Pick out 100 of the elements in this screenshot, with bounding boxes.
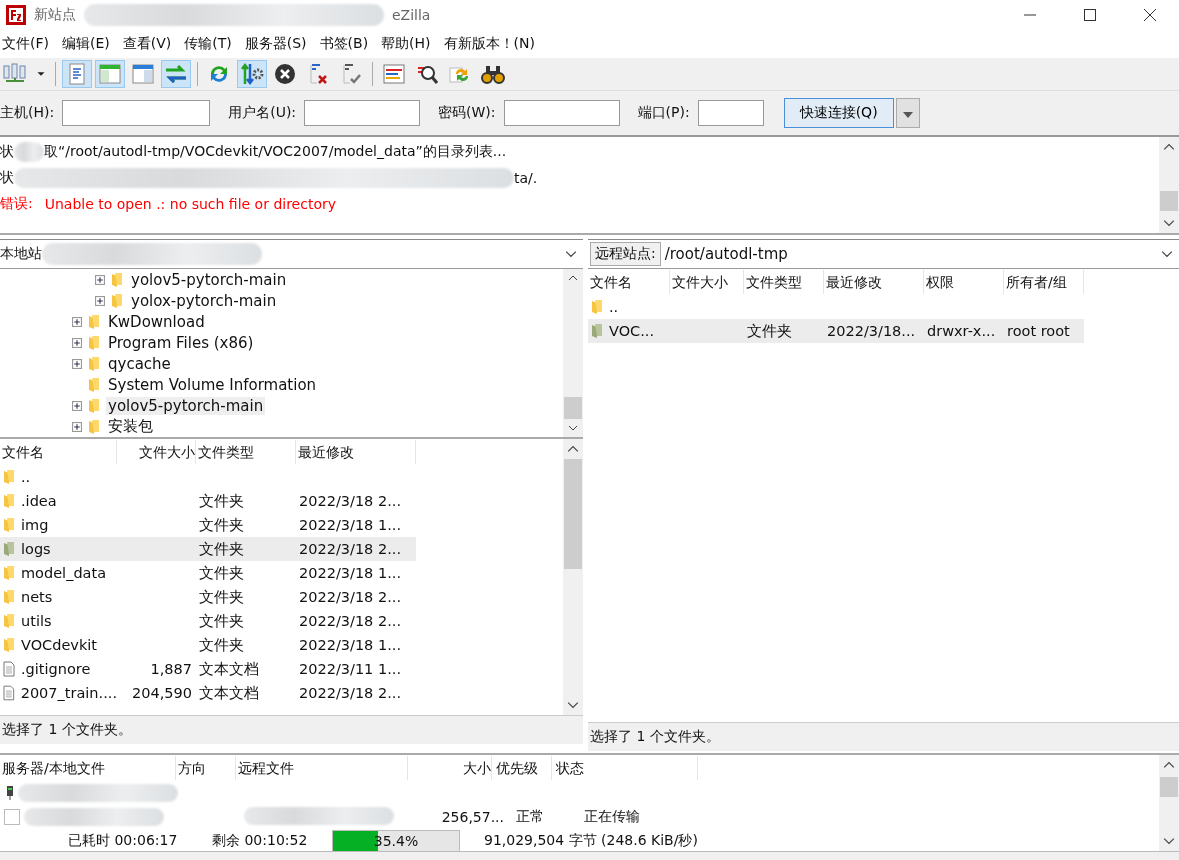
menu-item[interactable]: 书签(B) xyxy=(319,35,369,53)
file-name[interactable]: .idea xyxy=(21,493,57,509)
input-field[interactable] xyxy=(304,100,421,126)
quickconnect-button[interactable]: 快速连接(Q) xyxy=(783,98,894,128)
tree-item[interactable]: yolov5-pytorch-main xyxy=(106,396,266,415)
file-name[interactable]: nets xyxy=(21,589,53,605)
dropdown-button[interactable] xyxy=(895,98,920,128)
file-name[interactable]: .gitignore xyxy=(21,661,91,677)
menu-item[interactable]: 查看(V) xyxy=(122,35,172,53)
document-icon xyxy=(3,685,15,701)
column-header[interactable]: 文件类型 xyxy=(196,440,296,464)
expand-icon[interactable] xyxy=(95,295,105,306)
menu-item[interactable]: 传输(T) xyxy=(184,35,232,53)
scrollbar[interactable] xyxy=(1159,137,1179,233)
file-row[interactable]: model_data 文件夹 2022/3/18 1... xyxy=(0,561,416,585)
tree-item[interactable]: 安装包 xyxy=(106,417,155,436)
scroll-up-icon[interactable] xyxy=(567,275,579,281)
scrollbar[interactable] xyxy=(563,439,583,715)
column-header[interactable]: 远程文件 xyxy=(236,756,408,780)
expand-icon[interactable] xyxy=(72,358,82,369)
column-header[interactable]: 最近修改 xyxy=(824,270,924,294)
tree-item[interactable]: Program Files (x86) xyxy=(106,333,256,352)
file-row[interactable]: .. xyxy=(588,295,1084,319)
expand-icon[interactable] xyxy=(72,316,82,327)
file-name[interactable]: .. xyxy=(609,299,619,315)
path-field[interactable]: /root/autodl-tmp xyxy=(660,245,788,263)
input-field[interactable] xyxy=(503,100,620,126)
file-row[interactable]: utils 文件夹 2022/3/18 2... xyxy=(0,609,416,633)
document-icon[interactable] xyxy=(62,60,92,88)
transfer-arrows-icon[interactable] xyxy=(161,60,191,88)
file-name[interactable]: img xyxy=(21,517,49,533)
file-row[interactable]: logs 文件夹 2022/3/18 2... xyxy=(0,537,416,561)
menu-item[interactable]: 帮助(H) xyxy=(381,35,431,53)
menu-item[interactable]: 编辑(E) xyxy=(62,35,110,53)
scrollbar-thumb[interactable] xyxy=(564,459,582,569)
expand-icon[interactable] xyxy=(72,400,82,411)
dropdown-icon[interactable] xyxy=(565,250,577,258)
scroll-down-icon[interactable] xyxy=(567,425,579,431)
log-message: Unable to open .: no such file or directory xyxy=(44,196,337,212)
file-name[interactable]: model_data xyxy=(21,565,107,581)
scrollbar[interactable] xyxy=(563,269,583,437)
menu-item[interactable]: 服务器(S) xyxy=(244,35,307,53)
file-name[interactable]: VOCdevkit xyxy=(21,637,98,653)
close-icon[interactable] xyxy=(1144,9,1156,21)
scrollbar-thumb[interactable] xyxy=(1160,777,1178,797)
expand-icon[interactable] xyxy=(72,337,82,348)
file-row[interactable]: .. xyxy=(0,465,416,489)
column-header[interactable]: 文件类型 xyxy=(744,270,824,294)
column-header[interactable]: 文件大小 xyxy=(670,270,744,294)
file-row[interactable]: .idea 文件夹 2022/3/18 2... xyxy=(0,489,416,513)
column-header[interactable]: 优先级 xyxy=(492,756,552,780)
file-name[interactable]: VOC... xyxy=(609,323,655,339)
file-row[interactable]: 2007_train.... 204,590 文本文档 2022/3/18 2... xyxy=(0,681,416,705)
tree-item[interactable]: qycache xyxy=(106,354,173,373)
scroll-down-icon[interactable] xyxy=(567,701,579,709)
column-header[interactable]: 权限 xyxy=(924,270,1004,294)
dropdown-icon[interactable] xyxy=(1161,250,1173,258)
input-field[interactable] xyxy=(697,100,764,126)
column-header[interactable]: 服务器/本地文件 xyxy=(0,756,176,780)
scroll-up-icon[interactable] xyxy=(1163,143,1175,151)
scroll-up-icon[interactable] xyxy=(1163,761,1175,769)
file-name[interactable]: .. xyxy=(21,469,31,485)
tree-item[interactable]: KwDownload xyxy=(106,312,207,331)
tree-item[interactable]: yolov5-pytorch-main xyxy=(129,270,289,289)
tree-item[interactable]: yolox-pytorch-main xyxy=(129,291,279,310)
scroll-down-icon[interactable] xyxy=(1163,219,1175,227)
expand-icon[interactable] xyxy=(72,421,82,432)
file-row[interactable]: .gitignore 1,887 文本文档 2022/3/11 1... xyxy=(0,657,416,681)
column-header[interactable]: 文件大小 xyxy=(117,440,196,464)
scrollbar-thumb[interactable] xyxy=(1160,191,1178,211)
scroll-down-icon[interactable] xyxy=(1163,837,1175,845)
tree-item[interactable]: System Volume Information xyxy=(106,375,319,394)
file-row[interactable]: VOCdevkit 文件夹 2022/3/18 1... xyxy=(0,633,416,657)
column-header[interactable]: 大小 xyxy=(408,756,492,780)
column-header[interactable]: 文件名 xyxy=(0,440,117,464)
gear-icon[interactable] xyxy=(237,60,267,88)
log-message: ta/. xyxy=(514,170,538,186)
log-prefix: 错误: xyxy=(0,195,33,213)
scroll-up-icon[interactable] xyxy=(567,445,579,453)
maximize-icon[interactable] xyxy=(1084,9,1096,21)
input-field[interactable] xyxy=(62,100,211,126)
remote-site-label: 远程站点: xyxy=(590,242,661,266)
scrollbar-thumb[interactable] xyxy=(564,397,582,419)
file-name[interactable]: 2007_train.... xyxy=(20,685,117,701)
column-header[interactable]: 所有者/组 xyxy=(1004,270,1084,294)
file-row[interactable]: img 文件夹 2022/3/18 1... xyxy=(0,513,416,537)
menu-item[interactable]: 文件(F) xyxy=(2,35,49,53)
column-header[interactable]: 状态 xyxy=(552,756,698,780)
folder-icon xyxy=(111,292,123,309)
window-icon[interactable] xyxy=(95,60,125,88)
column-header[interactable]: 方向 xyxy=(176,756,236,780)
file-name[interactable]: utils xyxy=(21,613,52,629)
column-header[interactable]: 文件名 xyxy=(588,270,670,294)
column-header[interactable]: 最近修改 xyxy=(296,440,416,464)
menu-item[interactable]: 有新版本！(N) xyxy=(443,35,535,53)
expand-icon[interactable] xyxy=(95,274,105,285)
file-name[interactable]: logs xyxy=(21,541,51,557)
file-row[interactable]: VOC... 文件夹 2022/3/18... drwxr-x... root root xyxy=(588,319,1084,343)
scrollbar[interactable] xyxy=(1159,755,1179,851)
file-row[interactable]: nets 文件夹 2022/3/18 2... xyxy=(0,585,416,609)
